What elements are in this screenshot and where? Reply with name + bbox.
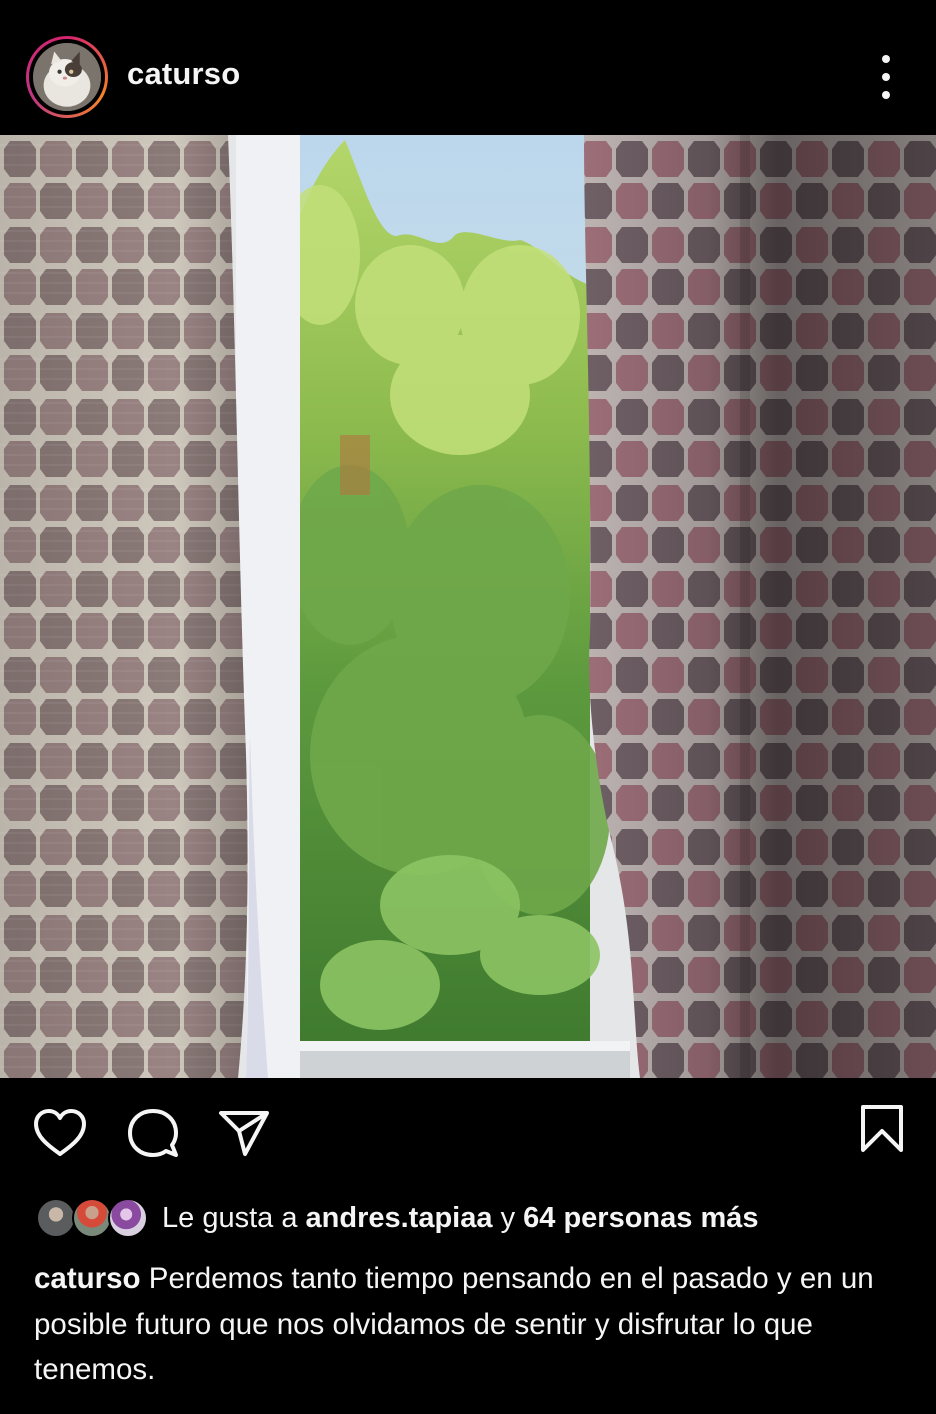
post-header: caturso <box>0 0 936 135</box>
likes-prefix: Le gusta a <box>162 1201 298 1234</box>
post-username[interactable]: caturso <box>127 56 240 92</box>
comment-icon <box>128 1109 178 1157</box>
likes-text: Le gusta a andres.tapiaa y 64 personas m… <box>162 1202 758 1235</box>
bookmark-icon <box>861 1105 903 1152</box>
liker-username-link[interactable]: andres.tapiaa <box>306 1202 493 1234</box>
likes-summary[interactable]: Le gusta a andres.tapiaa y 64 personas m… <box>36 1196 916 1240</box>
cat-icon <box>33 43 101 111</box>
share-button[interactable] <box>218 1109 270 1157</box>
window-with-curtains-image <box>0 135 936 1078</box>
instagram-post: caturso Le gusta a andres.tapiaa y 64 pe… <box>0 0 936 1414</box>
more-options-button[interactable] <box>866 55 906 99</box>
send-icon <box>219 1111 269 1156</box>
save-button[interactable] <box>858 1104 906 1154</box>
likes-count-link[interactable]: 64 personas más <box>523 1202 758 1234</box>
cat-avatar-image <box>33 43 101 111</box>
post-photo[interactable] <box>0 135 936 1078</box>
liker-avatar <box>36 1198 76 1238</box>
caption-username[interactable]: caturso <box>34 1262 141 1295</box>
post-caption: caturso Perdemos tanto tiempo pensando e… <box>34 1256 914 1393</box>
like-button[interactable] <box>32 1108 88 1158</box>
avatar[interactable] <box>26 36 108 118</box>
heart-icon <box>34 1109 86 1156</box>
liker-avatar <box>72 1198 112 1238</box>
caption-text: Perdemos tanto tiempo pensando en el pas… <box>34 1262 874 1386</box>
likes-connector: y <box>500 1201 516 1234</box>
more-vertical-icon <box>882 55 890 63</box>
liker-avatar <box>108 1198 148 1238</box>
liker-avatars <box>36 1196 148 1240</box>
comment-button[interactable] <box>126 1107 180 1161</box>
